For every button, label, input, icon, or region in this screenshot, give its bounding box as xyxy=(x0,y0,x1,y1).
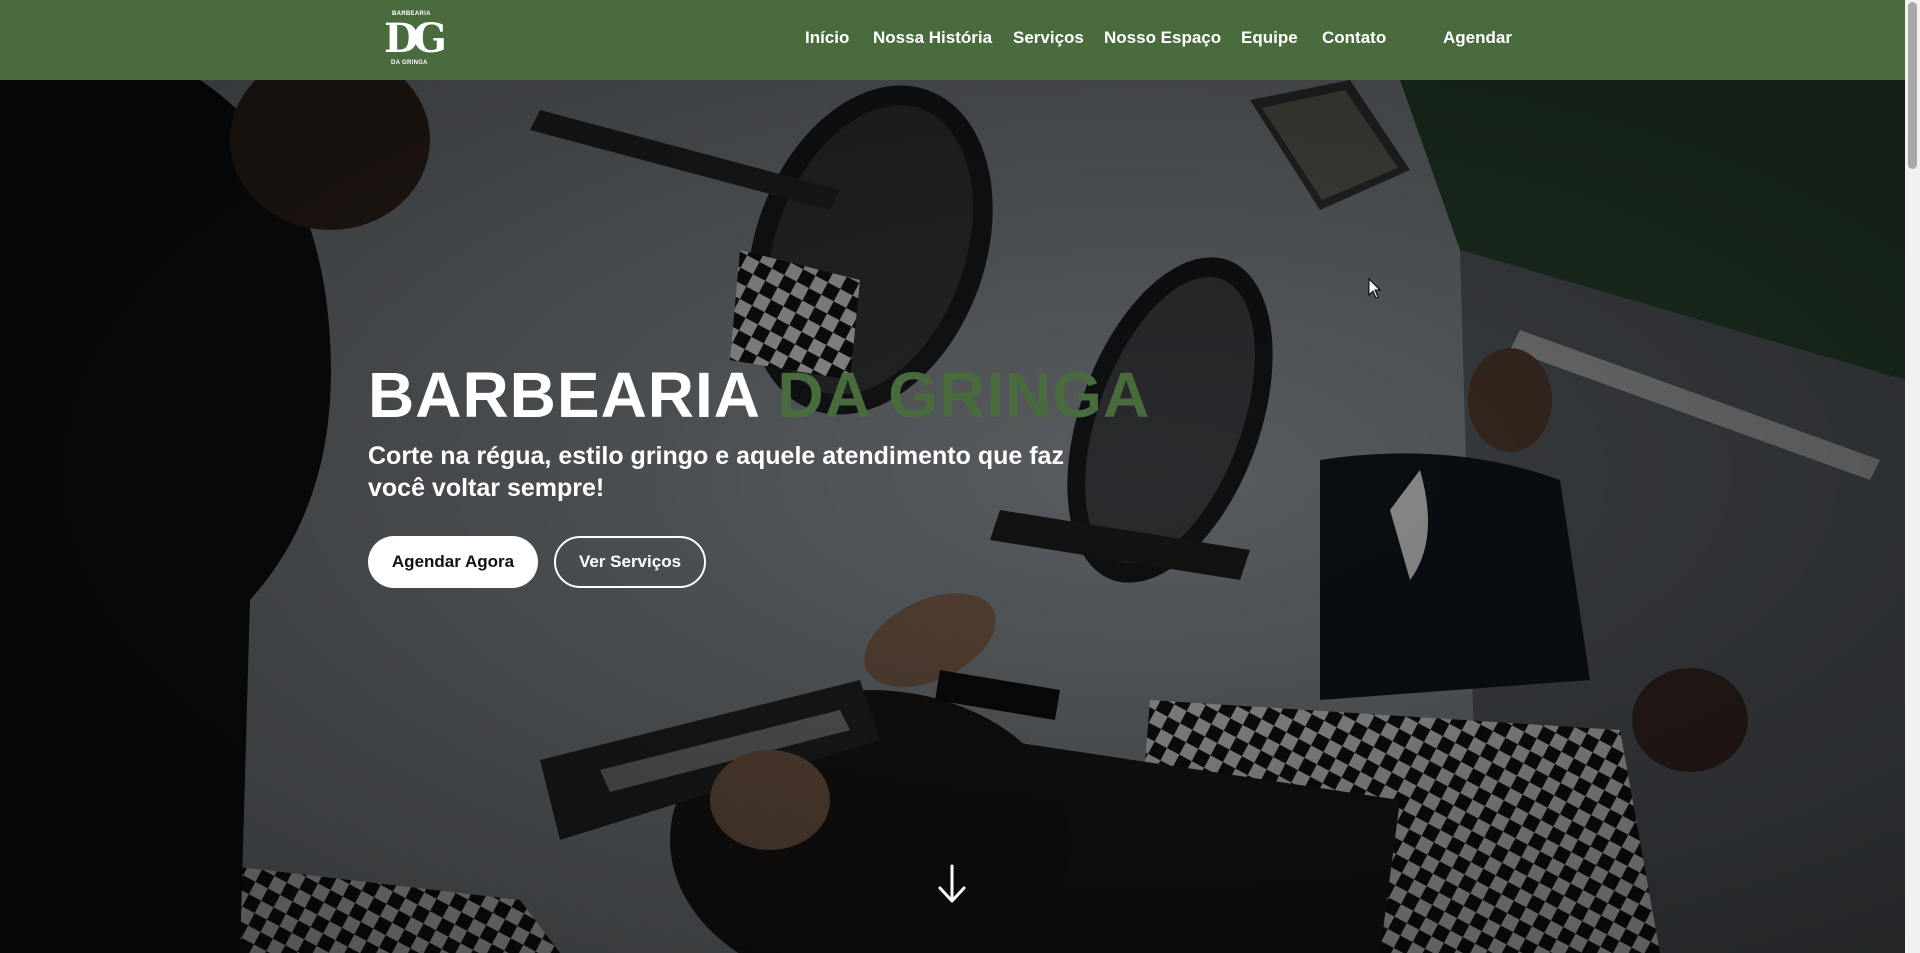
nav-agendar-button[interactable]: Agendar xyxy=(1443,28,1512,48)
nav-item-servicos[interactable]: Serviços xyxy=(1013,28,1084,48)
nav-item-equipe[interactable]: Equipe xyxy=(1241,28,1298,48)
agendar-agora-button[interactable]: Agendar Agora xyxy=(368,536,538,588)
hero-dark-overlay xyxy=(0,80,1905,953)
nav-item-contato[interactable]: Contato xyxy=(1322,28,1386,48)
nav-item-nosso-espaco[interactable]: Nosso Espaço xyxy=(1104,28,1221,48)
nav-item-inicio[interactable]: Início xyxy=(805,28,849,48)
main-nav: Início Nossa História Serviços Nosso Esp… xyxy=(0,0,1905,80)
scrollbar-thumb[interactable] xyxy=(1908,2,1917,169)
hero-subtitle: Corte na régua, estilo gringo e aquele a… xyxy=(368,442,1064,502)
site-header: BARBEARIA DG DA GRINGA Início Nossa Hist… xyxy=(0,0,1905,80)
hero-title-main: BARBEARIA xyxy=(368,359,759,431)
hero-section: BARBEARIA DA GRINGA Corte na régua, esti… xyxy=(0,80,1905,953)
nav-item-nossa-historia[interactable]: Nossa História xyxy=(873,28,992,48)
ver-servicos-button[interactable]: Ver Serviços xyxy=(554,536,706,588)
hero-title: BARBEARIA DA GRINGA xyxy=(368,358,1150,432)
hero-title-accent: DA GRINGA xyxy=(777,359,1151,431)
page-scrollbar[interactable] xyxy=(1905,0,1920,953)
mouse-pointer-icon xyxy=(1368,278,1382,299)
arrow-down-icon[interactable] xyxy=(937,864,967,904)
